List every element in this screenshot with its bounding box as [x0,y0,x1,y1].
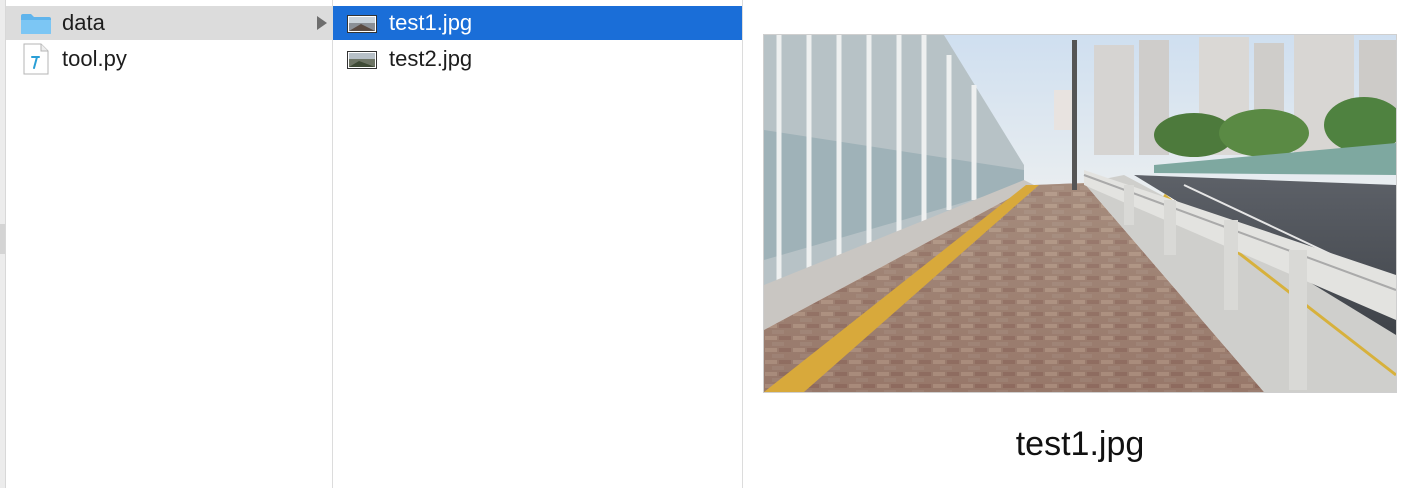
list-item-label: data [62,10,105,35]
list-item-test2-jpg[interactable]: test2.jpg [333,42,742,76]
list-item-label: test1.jpg [389,10,473,35]
left-edge-handle[interactable] [0,224,5,254]
list-item-tool-py[interactable]: tool.py [6,42,332,76]
sidewalk-photo [764,35,1396,392]
finder-window: data tool.py test1.jpg test2.jpg test1.j… [0,0,1422,488]
column-parent[interactable]: data tool.py [6,0,333,488]
folder-icon [21,14,51,34]
list-item-data-folder[interactable]: data [6,6,332,40]
column-data-contents[interactable]: test1.jpg test2.jpg [333,0,743,488]
list-item-label: test2.jpg [389,46,473,71]
list-item-test1-jpg[interactable]: test1.jpg [333,6,742,40]
list-item-label: tool.py [62,46,127,71]
python-file-icon [23,43,49,75]
image-thumbnail-icon [347,15,377,33]
disclosure-arrow-icon [317,16,327,30]
preview-image[interactable] [763,34,1397,393]
preview-pane: test1.jpg [743,0,1422,488]
image-thumbnail-icon [347,51,377,69]
preview-file-name: test1.jpg [1015,425,1145,463]
